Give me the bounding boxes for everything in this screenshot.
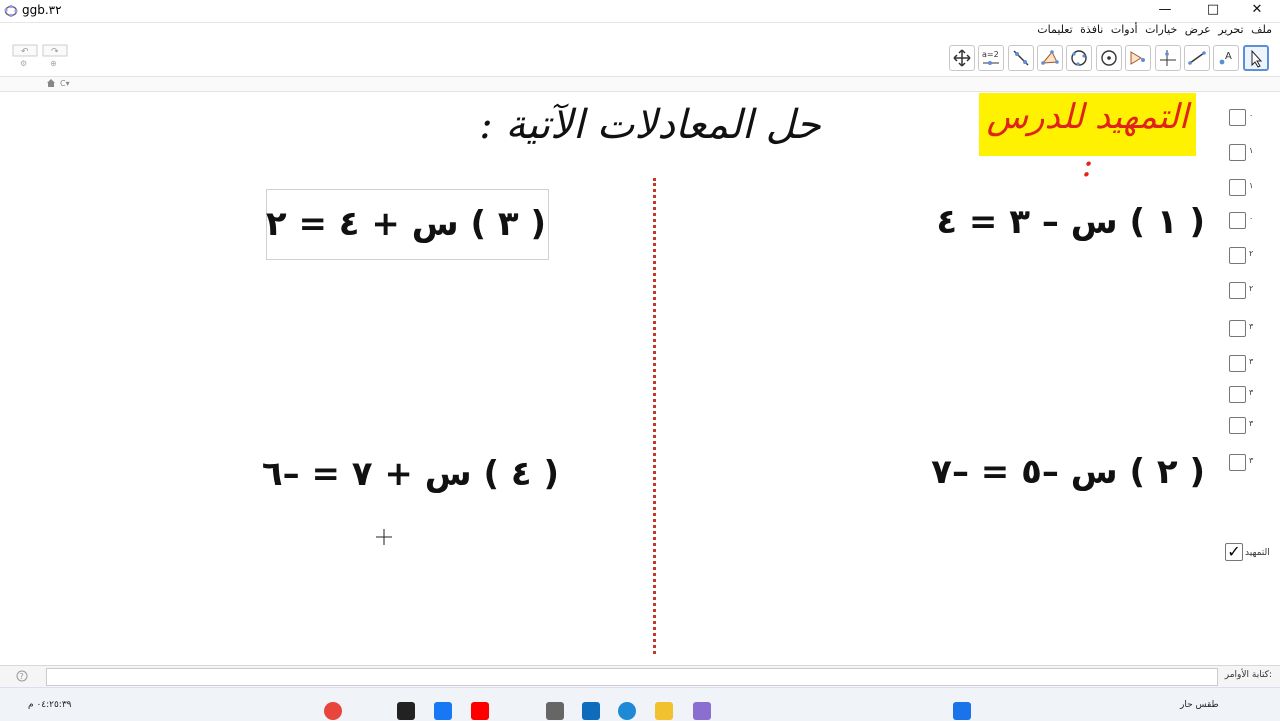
reflect-icon: [1130, 51, 1145, 65]
perpendicular-icon: [1160, 50, 1176, 66]
equation-4: ( ٤ ) س + ٧ = –٦: [261, 454, 559, 494]
menu-view[interactable]: عرض: [1185, 23, 1211, 36]
checkbox-10-label: ٣: [1249, 419, 1254, 428]
banner-text: التمهيد للدرس :: [986, 97, 1189, 185]
menu-bar: ملف تحرير عرض خيارات أدوات نافذة تعليمات: [1033, 23, 1272, 41]
equation-2: ( ٢ ) س –٥ = –٧: [931, 452, 1205, 492]
page-heading: حل المعادلات الآتية :: [479, 102, 821, 148]
input-label: كتابة الأوامر:: [1224, 670, 1272, 680]
intro-checkbox-label: التمهيد: [1245, 548, 1270, 558]
checkbox-11[interactable]: [1229, 454, 1246, 471]
undo-redo-group: ↶ ↷ ⚙ ⊕: [12, 44, 72, 74]
title-bar: [0, 0, 1280, 23]
copilot-icon[interactable]: [693, 702, 711, 720]
circle-icon: [1071, 50, 1087, 66]
checkbox-4[interactable]: [1229, 212, 1246, 229]
menu-file[interactable]: ملف: [1251, 23, 1272, 36]
checkbox-1[interactable]: [1229, 109, 1246, 126]
maximize-button[interactable]: □: [1190, 0, 1236, 22]
help-icon[interactable]: ?: [16, 670, 28, 682]
menu-tools[interactable]: أدوات: [1111, 23, 1138, 36]
checkbox-4-label: ٠: [1249, 214, 1254, 223]
checkbox-8[interactable]: [1229, 355, 1246, 372]
command-input[interactable]: [46, 668, 1218, 686]
polygon-tool[interactable]: [1037, 45, 1063, 71]
svg-text:↷: ↷: [51, 47, 59, 57]
menu-options[interactable]: خيارات: [1145, 23, 1177, 36]
equation-1: ( ١ ) س – ٣ = ٤: [936, 202, 1205, 242]
checkbox-3[interactable]: [1229, 179, 1246, 196]
graphics-view[interactable]: [8, 92, 1270, 659]
checkbox-5-label: ٢: [1249, 249, 1254, 258]
checkbox-2[interactable]: [1229, 144, 1246, 161]
checkbox-6[interactable]: [1229, 282, 1246, 299]
menu-window[interactable]: نافذة: [1080, 23, 1103, 36]
intro-checkbox[interactable]: ✓: [1225, 543, 1243, 561]
checkbox-2-label: ١: [1249, 146, 1254, 155]
checkbox-7[interactable]: [1229, 320, 1246, 337]
menu-edit[interactable]: تحرير: [1218, 23, 1243, 36]
circle-center-point-tool[interactable]: [1096, 45, 1122, 71]
chrome-icon[interactable]: [324, 702, 342, 720]
vertical-divider: [653, 178, 656, 654]
outlook-icon[interactable]: [582, 702, 600, 720]
slider-tool[interactable]: a=2: [978, 45, 1004, 71]
youtube-icon[interactable]: [471, 702, 489, 720]
close-button[interactable]: ✕: [1234, 0, 1280, 22]
select-icon: [1251, 49, 1263, 68]
svg-text:a=2: a=2: [982, 50, 999, 59]
segment-tool[interactable]: [1184, 45, 1210, 71]
menu-help[interactable]: تعليمات: [1037, 23, 1072, 36]
view-dropdown-icon: C▾: [60, 79, 70, 87]
point-icon: A: [1219, 51, 1232, 65]
svg-text:A: A: [1225, 51, 1232, 62]
line-tool[interactable]: [1008, 45, 1034, 71]
checkbox-9-label: ٣: [1249, 388, 1254, 397]
move-graphics-view-tool[interactable]: [949, 45, 975, 71]
equation-3: ( ٣ ) س + ٤ = ٢: [265, 204, 546, 244]
svg-text:?: ?: [20, 672, 24, 681]
window-title: ggb.٣٢: [22, 3, 62, 17]
checkbox-1-label: ٠: [1249, 111, 1254, 120]
reflect-tool[interactable]: [1125, 45, 1151, 71]
svg-text:⚙: ⚙: [20, 59, 27, 68]
circle-through-three-points-tool[interactable]: [1066, 45, 1092, 71]
windows-start-icon[interactable]: [953, 702, 971, 720]
geogebra-logo-icon: [4, 4, 18, 18]
home-icon: [47, 79, 55, 87]
checkbox-5[interactable]: [1229, 247, 1246, 264]
checkbox-9[interactable]: [1229, 386, 1246, 403]
svg-text:C▾: C▾: [60, 79, 70, 87]
minimize-button[interactable]: —: [1142, 0, 1188, 22]
amazon-icon[interactable]: [397, 702, 415, 720]
edge-icon[interactable]: [618, 702, 636, 720]
svg-text:↶: ↶: [21, 47, 29, 57]
point-tool[interactable]: A: [1213, 45, 1239, 71]
select-tool[interactable]: [1243, 45, 1269, 71]
file-explorer-icon[interactable]: [655, 702, 673, 720]
perpendicular-line-tool[interactable]: [1155, 45, 1181, 71]
taskbar-clock: ٠٤:٢٥:٣٩ م: [28, 700, 72, 710]
view-bar: C▾: [0, 76, 1280, 92]
move-icon: [953, 49, 971, 67]
line-icon: [1013, 50, 1029, 66]
polygon-icon: [1041, 50, 1059, 65]
checkbox-10[interactable]: [1229, 417, 1246, 434]
taskbar-weather[interactable]: طقس حار: [1180, 700, 1219, 710]
checkbox-8-label: ٣: [1249, 357, 1254, 366]
crosshair-cursor-icon: [376, 529, 392, 545]
camera-icon[interactable]: [546, 702, 564, 720]
slider-icon: a=2: [982, 50, 999, 65]
segment-icon: [1188, 51, 1206, 65]
checkbox-11-label: ٣: [1249, 456, 1254, 465]
circle-center-icon: [1101, 50, 1117, 66]
checkbox-6-label: ٢: [1249, 284, 1254, 293]
windows-taskbar: [0, 687, 1280, 721]
svg-text:⊕: ⊕: [50, 59, 57, 68]
checkbox-7-label: ٣: [1249, 322, 1254, 331]
facebook-icon[interactable]: [434, 702, 452, 720]
checkbox-3-label: ١: [1249, 181, 1254, 190]
